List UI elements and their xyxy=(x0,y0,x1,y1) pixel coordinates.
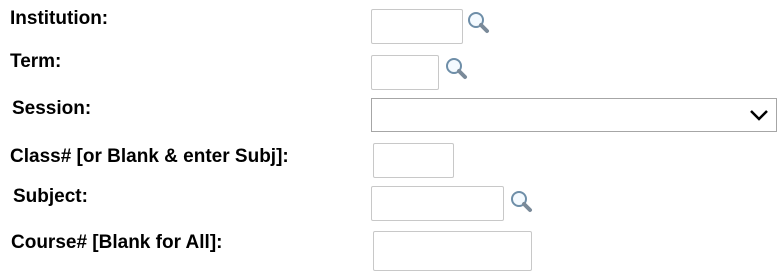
subject-input[interactable] xyxy=(371,186,504,221)
subject-label: Subject: xyxy=(13,186,88,207)
class-number-input[interactable] xyxy=(373,143,454,178)
session-select[interactable] xyxy=(371,98,777,132)
chevron-down-icon[interactable] xyxy=(748,104,770,126)
session-label: Session: xyxy=(12,98,92,119)
course-number-label: Course# [Blank for All]: xyxy=(11,232,223,253)
term-input[interactable] xyxy=(371,55,439,90)
magnifier-icon[interactable] xyxy=(508,188,534,214)
institution-label: Institution: xyxy=(10,8,109,29)
class-number-label: Class# [or Blank & enter Subj]: xyxy=(10,146,289,167)
institution-input[interactable] xyxy=(371,9,463,44)
course-number-input[interactable] xyxy=(373,231,532,271)
magnifier-icon[interactable] xyxy=(465,9,491,35)
term-label: Term: xyxy=(10,51,62,72)
magnifier-icon[interactable] xyxy=(443,55,469,81)
